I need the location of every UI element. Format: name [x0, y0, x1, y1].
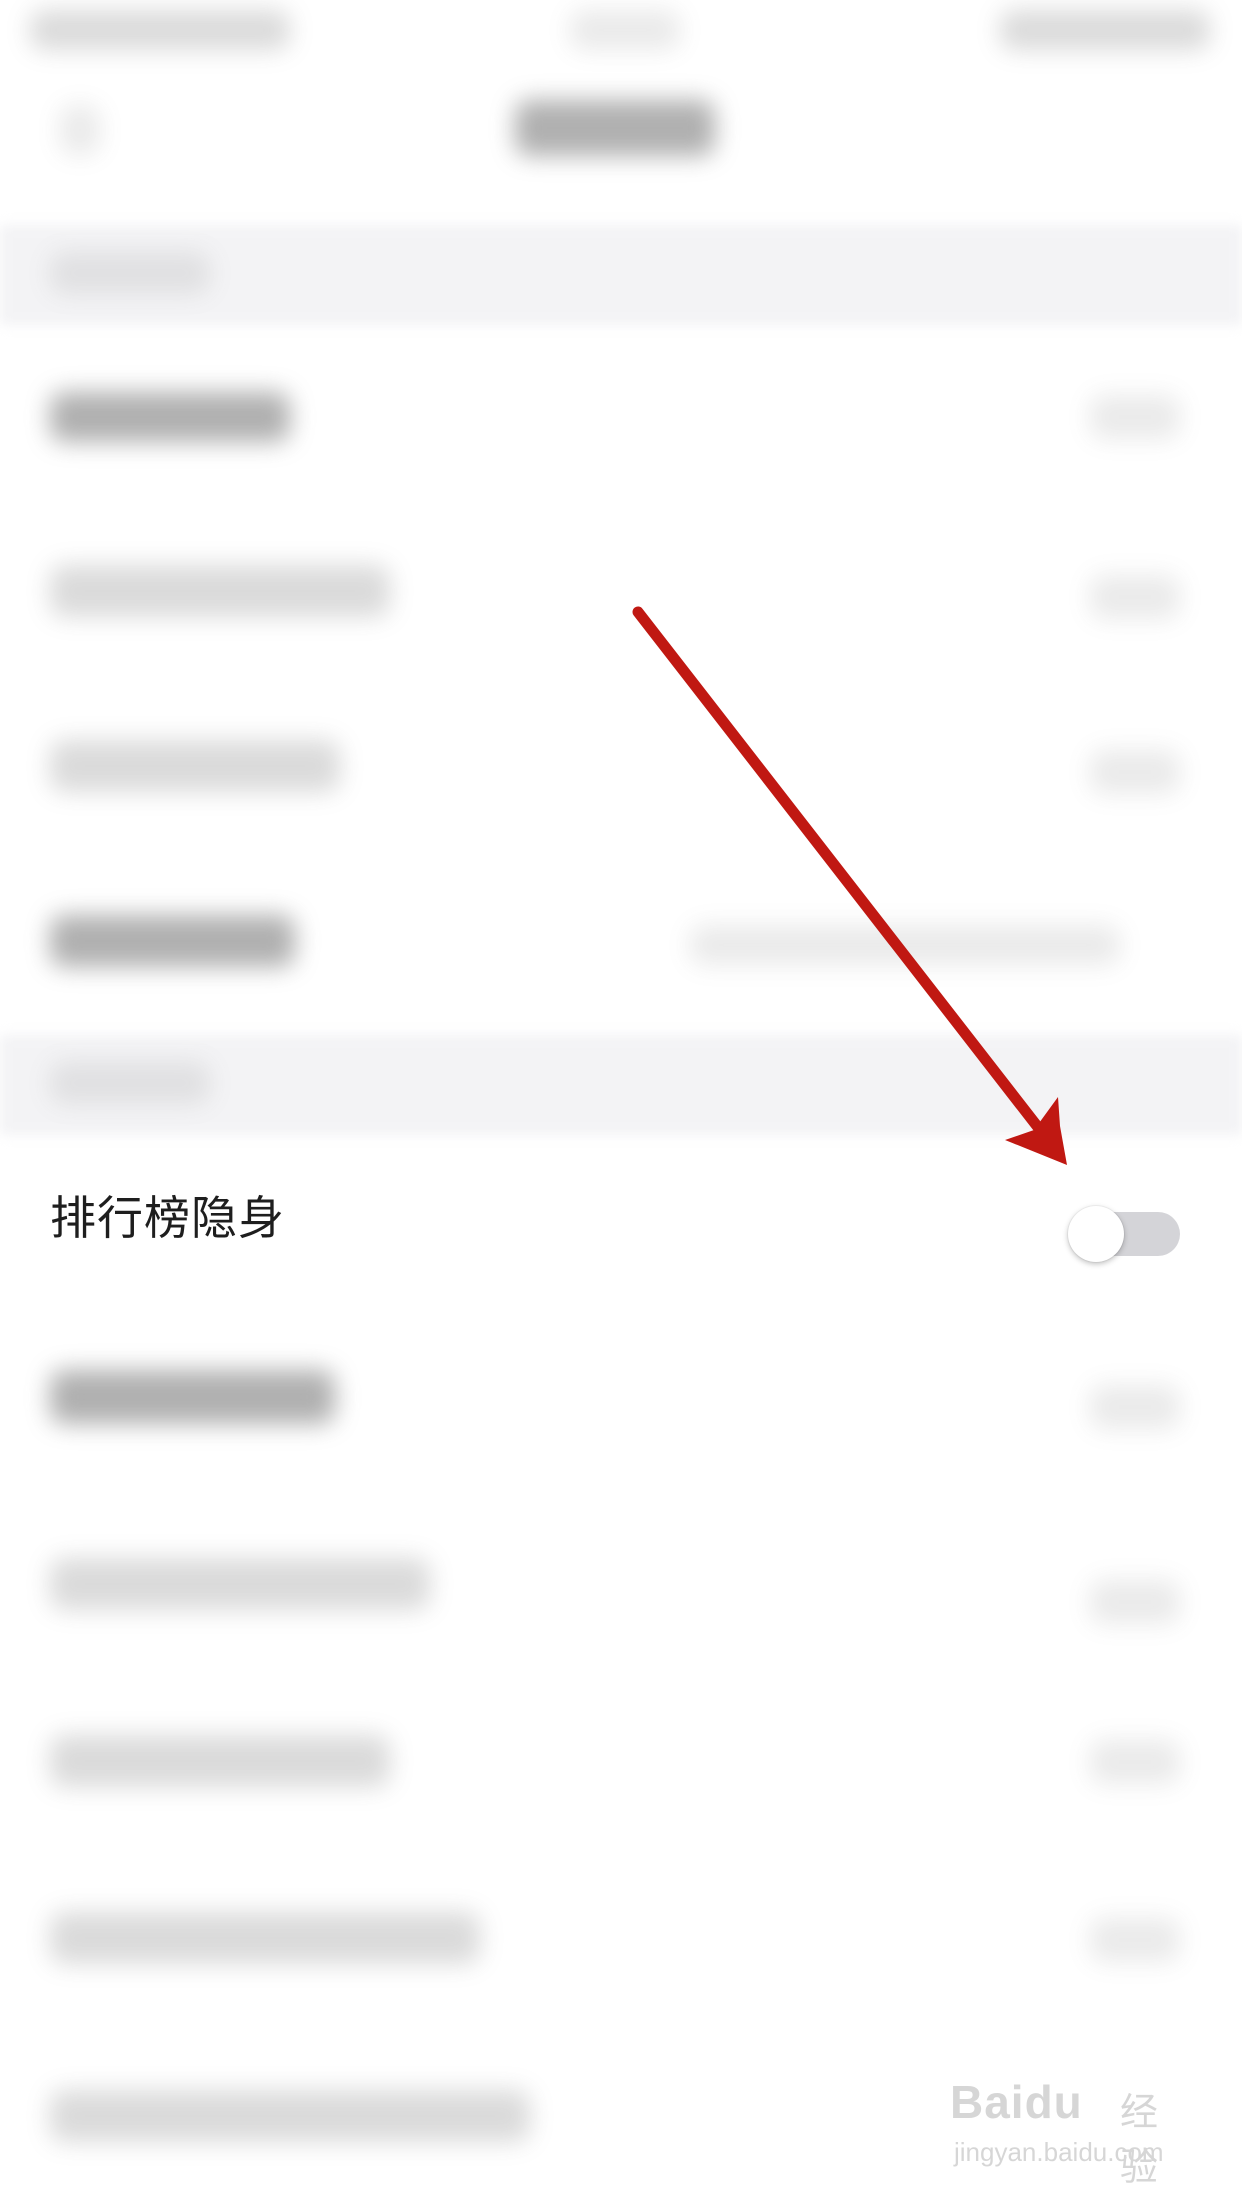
setting-row-8-toggle[interactable]: [1090, 1740, 1180, 1784]
watermark-product: 经验: [1120, 2090, 1159, 2189]
setting-row-6-toggle[interactable]: [1090, 1385, 1180, 1429]
ranking-invisible-toggle[interactable]: [1068, 1206, 1180, 1262]
section-header-1-label: [50, 252, 210, 294]
screen: 排行榜隐身 Baidu 经验 jingyan.baidu.com: [0, 0, 1242, 2208]
watermark-brand: Baidu: [950, 2076, 1083, 2128]
setting-row-9-toggle[interactable]: [1090, 1918, 1180, 1962]
setting-row-ranking-invisible-label: 排行榜隐身: [50, 1191, 285, 1245]
page-title: [515, 100, 715, 156]
setting-row-9-label: [50, 1912, 480, 1964]
back-icon[interactable]: [60, 105, 100, 155]
setting-row-2-toggle[interactable]: [1090, 575, 1180, 619]
setting-row-7-label: [50, 1558, 430, 1610]
toggle-knob: [1068, 1206, 1124, 1262]
watermark-url: jingyan.baidu.com: [954, 2137, 1164, 2167]
setting-row-1-label: [50, 392, 290, 442]
setting-row-3-toggle[interactable]: [1090, 750, 1180, 794]
status-bar-time: [570, 10, 680, 50]
setting-row-4-label: [50, 915, 295, 967]
setting-row-10-label: [50, 2090, 530, 2142]
status-bar-carrier: [30, 10, 290, 50]
section-header-2-label: [50, 1062, 210, 1104]
setting-row-7-toggle[interactable]: [1090, 1580, 1180, 1624]
baidu-jingyan-watermark: Baidu 经验 jingyan.baidu.com: [950, 2075, 1180, 2189]
setting-row-4-value: [690, 925, 1120, 965]
setting-row-1-toggle[interactable]: [1090, 395, 1180, 439]
status-bar-battery: [1000, 10, 1210, 50]
setting-row-3-label: [50, 740, 340, 792]
setting-row-6-label: [50, 1370, 335, 1424]
setting-row-8-label: [50, 1735, 390, 1787]
setting-row-2-label: [50, 565, 390, 617]
